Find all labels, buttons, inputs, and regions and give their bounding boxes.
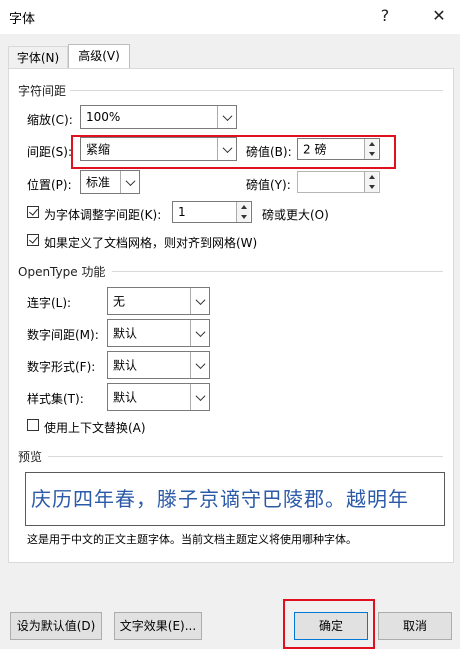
spin-down-icon[interactable] [237, 212, 250, 222]
text-effects-button[interactable]: 文字效果(E)... [114, 612, 202, 640]
contextual-alternates-checkbox[interactable] [27, 419, 39, 431]
chevron-down-icon[interactable] [217, 106, 236, 128]
preview-note: 这是用于中文的正文主题字体。当前文档主题定义将使用哪种字体。 [27, 533, 357, 546]
spacing-label: 间距(S): [27, 145, 73, 159]
dialog-title: 字体 [9, 12, 36, 27]
spacing-by-label: 磅值(B): [246, 145, 292, 159]
kerning-spinner[interactable]: 1 [172, 201, 252, 223]
chevron-down-icon[interactable] [190, 320, 209, 346]
position-by-label: 磅值(Y): [246, 178, 291, 192]
section-divider [70, 90, 443, 91]
section-divider [48, 456, 443, 457]
tab-advanced[interactable]: 高级(V) [68, 44, 130, 69]
number-spacing-value: 默认 [113, 326, 138, 341]
section-divider [112, 271, 443, 272]
position-value: 标准 [86, 175, 111, 190]
preview-sample-text: 庆历四年春，滕子京谪守巴陵郡。越明年 [31, 487, 409, 511]
number-forms-label: 数字形式(F): [27, 360, 96, 374]
tab-font[interactable]: 字体(N) [8, 46, 68, 69]
number-forms-value: 默认 [113, 358, 138, 373]
chevron-down-icon[interactable] [190, 288, 209, 314]
kerning-label: 为字体调整字间距(K): [44, 208, 162, 222]
ligatures-label: 连字(L): [27, 296, 72, 310]
stylistic-sets-dropdown[interactable]: 默认 [107, 383, 210, 411]
preview-box: 庆历四年春，滕子京谪守巴陵郡。越明年 [25, 472, 445, 526]
position-dropdown[interactable]: 标准 [80, 170, 140, 194]
check-icon [29, 234, 38, 244]
kerning-suffix: 磅或更大(O) [262, 208, 329, 222]
chevron-down-icon[interactable] [190, 352, 209, 378]
number-spacing-label: 数字间距(M): [27, 328, 99, 342]
number-forms-dropdown[interactable]: 默认 [107, 351, 210, 379]
spacing-value: 紧缩 [86, 142, 111, 157]
char-spacing-heading: 字符间距 [18, 84, 67, 98]
help-button[interactable]: ? [370, 5, 400, 27]
spacing-by-value: 2 磅 [303, 142, 327, 157]
opentype-heading: OpenType 功能 [18, 265, 106, 279]
set-default-button[interactable]: 设为默认值(D) [10, 612, 102, 640]
snap-grid-checkbox[interactable] [27, 234, 39, 246]
title-bar: 字体 ? ✕ [0, 0, 460, 34]
stylistic-sets-value: 默认 [113, 390, 138, 405]
chevron-down-icon[interactable] [217, 138, 236, 160]
contextual-alternates-label: 使用上下文替换(A) [44, 421, 146, 435]
spacing-by-spinner[interactable]: 2 磅 [297, 138, 380, 160]
stylistic-sets-label: 样式集(T): [27, 392, 84, 406]
chevron-down-icon[interactable] [190, 384, 209, 410]
preview-heading: 预览 [18, 450, 43, 464]
ligatures-value: 无 [113, 294, 126, 309]
spin-down-icon[interactable] [365, 182, 378, 192]
close-button[interactable]: ✕ [424, 5, 454, 27]
position-by-spinner[interactable] [297, 171, 380, 193]
check-icon [29, 206, 38, 216]
spin-down-icon[interactable] [365, 149, 378, 159]
number-spacing-dropdown[interactable]: 默认 [107, 319, 210, 347]
position-label: 位置(P): [27, 178, 72, 192]
kerning-value: 1 [178, 205, 186, 219]
spinner-buttons[interactable] [364, 139, 379, 159]
ok-button[interactable]: 确定 [294, 612, 368, 640]
scale-label: 缩放(C): [27, 113, 73, 127]
snap-grid-label: 如果定义了文档网格，则对齐到网格(W) [44, 236, 258, 250]
chevron-down-icon[interactable] [120, 171, 139, 193]
font-dialog: 字体 ? ✕ 字体(N) 高级(V) 字符间距 缩放(C): 100% 间距(S… [0, 0, 460, 649]
scale-dropdown[interactable]: 100% [80, 105, 237, 129]
cancel-button[interactable]: 取消 [378, 612, 452, 640]
spacing-dropdown[interactable]: 紧缩 [80, 137, 237, 161]
spinner-buttons[interactable] [364, 172, 379, 192]
scale-value: 100% [86, 110, 121, 124]
ligatures-dropdown[interactable]: 无 [107, 287, 210, 315]
spinner-buttons[interactable] [236, 202, 251, 222]
kerning-checkbox[interactable] [27, 206, 39, 218]
